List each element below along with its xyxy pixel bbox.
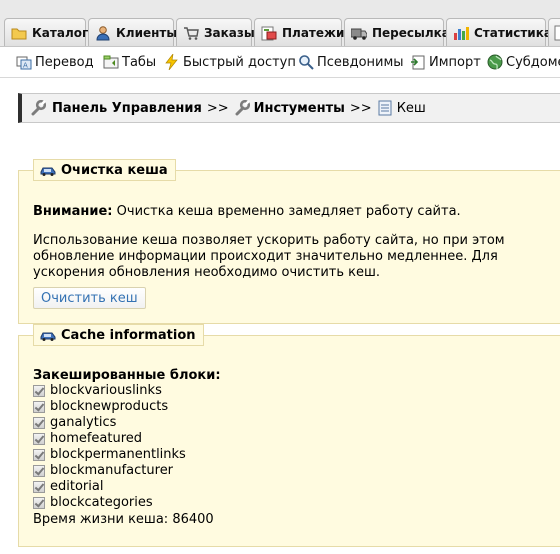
breadcrumb-section[interactable]: Инстументы <box>254 101 345 116</box>
tab-label: Статистика <box>474 25 552 40</box>
block-checkbox[interactable] <box>33 401 45 413</box>
svg-text:A: A <box>23 62 28 70</box>
subnav-label: Субдоме <box>506 54 560 70</box>
breadcrumb-separator: >> <box>349 100 372 116</box>
main-tab-bar: Каталог Клиенты Заказы Платежи Пересылка… <box>0 0 560 47</box>
sub-toolbar: A Перевод Табы Быстрый доступ Псевдонимы… <box>0 47 560 78</box>
stats-icon <box>453 25 469 41</box>
clear-cache-legend: Очистка кеша <box>33 159 176 181</box>
tab-payments[interactable]: Платежи <box>254 18 345 46</box>
tab-customers[interactable]: Клиенты <box>88 18 178 46</box>
tab-label: Заказы <box>204 25 255 40</box>
block-label: blockvariouslinks <box>50 383 162 398</box>
page-icon <box>377 100 393 116</box>
subnav-label: Импорт <box>429 54 481 70</box>
folder-icon <box>11 25 27 41</box>
subnav-tabs[interactable]: Табы <box>103 53 156 71</box>
block-label: blocknewproducts <box>50 399 169 414</box>
warning-message: Очистка кеша временно замедляет работу с… <box>116 204 461 219</box>
search-icon <box>298 54 314 70</box>
breadcrumb-root[interactable]: Панель Управления <box>52 101 202 116</box>
warning-text: Внимание: Очистка кеша временно замедляе… <box>33 204 461 220</box>
block-checkbox[interactable] <box>33 449 45 461</box>
block-checkbox[interactable] <box>33 497 45 509</box>
block-checkbox[interactable] <box>33 481 45 493</box>
tabs-icon <box>103 54 119 70</box>
block-label: editorial <box>50 479 104 494</box>
legend-label: Очистка кеша <box>61 162 168 178</box>
cache-lifetime-label: Время жизни кеша: <box>33 512 169 527</box>
legend-label: Cache information <box>61 327 196 343</box>
info-line-1: Использование кеша позволяет ускорить ра… <box>33 233 505 248</box>
subnav-label: Перевод <box>35 54 94 70</box>
car-icon <box>40 329 56 341</box>
cache-info-fieldset: Cache information Закешированные блоки: … <box>18 324 560 547</box>
tab-label: Пересылка <box>372 25 450 40</box>
clear-cache-fieldset: Очистка кеша Внимание: Очистка кеша врем… <box>18 159 560 324</box>
block-label: homefeatured <box>50 431 143 446</box>
tab-more[interactable] <box>548 18 560 46</box>
tab-stats[interactable]: Статистика <box>446 18 552 46</box>
subnav-label: Псевдонимы <box>317 54 404 70</box>
info-line-2: обновление информации происходит значите… <box>33 249 498 264</box>
subnav-quick-access[interactable]: Быстрый доступ <box>164 53 296 71</box>
block-label: blockmanufacturer <box>50 463 174 478</box>
block-checkbox[interactable] <box>33 433 45 445</box>
tab-catalog[interactable]: Каталог <box>4 18 89 46</box>
cache-lifetime-value: 86400 <box>172 512 214 527</box>
tab-shipping[interactable]: Пересылка <box>344 18 450 46</box>
breadcrumb-current: Кеш <box>396 100 426 116</box>
tab-orders[interactable]: Заказы <box>176 18 255 46</box>
translate-icon: A <box>16 54 32 70</box>
block-checkbox[interactable] <box>33 465 45 477</box>
payment-icon <box>261 25 277 41</box>
car-icon <box>40 164 56 176</box>
clear-cache-button[interactable]: Очистить кеш <box>33 287 146 309</box>
subnav-label: Табы <box>122 54 157 70</box>
user-icon <box>95 25 111 41</box>
cache-lifetime: Время жизни кеша: 86400 <box>33 512 214 528</box>
block-label: blockcategories <box>50 495 153 510</box>
warning-label: Внимание: <box>33 204 113 219</box>
tab-label: Каталог <box>32 25 89 40</box>
tab-label: Платежи <box>282 25 345 40</box>
block-checkbox[interactable] <box>33 385 45 397</box>
cached-blocks-title: Закешированные блоки: <box>33 368 221 383</box>
breadcrumb-separator: >> <box>206 100 229 116</box>
subnav-aliases[interactable]: Псевдонимы <box>298 53 404 71</box>
lightning-icon <box>164 53 180 71</box>
subnav-label: Быстрый доступ <box>183 54 296 70</box>
wrench-icon <box>234 99 250 116</box>
truck-icon <box>350 25 368 41</box>
subnav-translate[interactable]: A Перевод <box>16 53 94 71</box>
block-label: blockpermanentlinks <box>50 447 186 462</box>
subnav-subdomains[interactable]: Субдоме <box>487 53 560 71</box>
document-icon <box>553 25 560 41</box>
globe-icon <box>487 54 503 70</box>
info-line-3: ускорения обновления необходимо очистить… <box>33 265 381 280</box>
block-label: ganalytics <box>50 415 117 430</box>
import-icon <box>410 54 426 70</box>
wrench-icon <box>30 99 47 116</box>
tab-label: Клиенты <box>116 25 178 40</box>
cart-icon <box>183 25 199 41</box>
block-checkbox[interactable] <box>33 417 45 429</box>
breadcrumb: Панель Управления >> Инстументы >> Кеш <box>18 93 560 123</box>
cache-info-legend: Cache information <box>33 324 204 346</box>
subnav-import[interactable]: Импорт <box>410 53 481 71</box>
